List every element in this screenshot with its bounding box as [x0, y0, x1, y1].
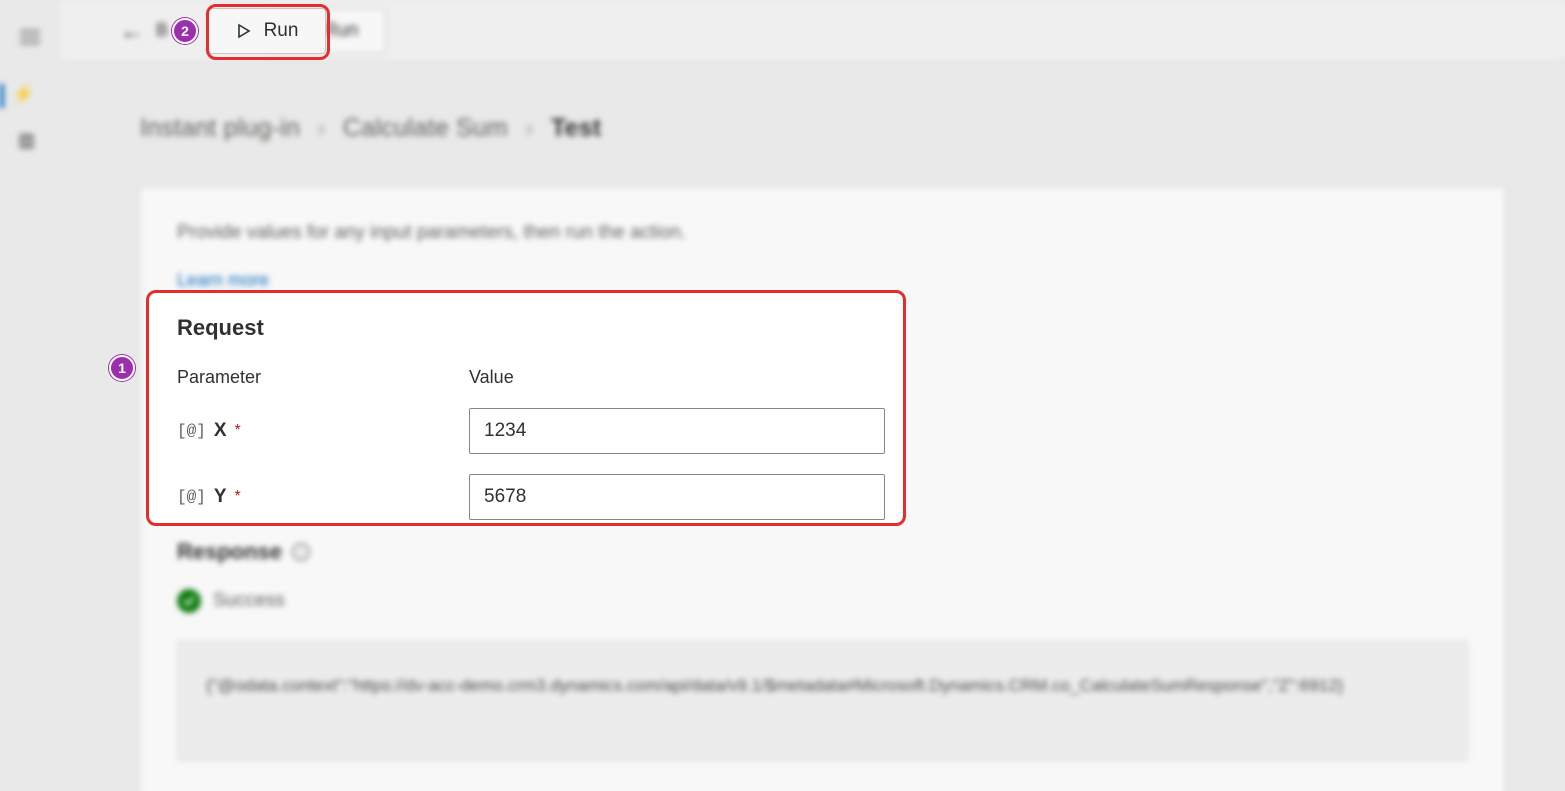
param-prefix-icon: [@] [177, 422, 206, 440]
param-x-label: [@] X * [177, 420, 469, 442]
annotation-bubble-2: 2 [172, 18, 198, 44]
param-y-input[interactable] [469, 474, 885, 520]
request-panel: Request Parameter Value [@] X * [@] Y * [146, 290, 906, 526]
run-button-label: Run [264, 20, 299, 42]
breadcrumb: Instant plug-in › Calculate Sum › Test [140, 114, 1505, 143]
param-y-label: [@] Y * [177, 486, 469, 508]
book-icon[interactable]: ▥ [18, 130, 35, 151]
play-icon [236, 23, 252, 39]
response-body: {"@odata.context":"https://dv-acc-demo.c… [177, 641, 1468, 761]
run-button[interactable]: Run [208, 8, 326, 54]
intro-text: Provide values for any input parameters,… [177, 222, 1468, 244]
param-prefix-icon: [@] [177, 488, 206, 506]
rail-active-indicator [0, 84, 4, 108]
chevron-right-icon: › [317, 114, 326, 142]
column-header-value: Value [469, 367, 885, 388]
lightning-icon[interactable]: ⚡ [12, 84, 34, 105]
column-header-parameter: Parameter [177, 367, 469, 388]
back-button-label[interactable]: B [156, 20, 168, 41]
param-x-input[interactable] [469, 408, 885, 454]
required-mark: * [235, 488, 241, 506]
info-icon[interactable]: i [292, 543, 310, 561]
success-icon [177, 589, 201, 613]
breadcrumb-current: Test [551, 114, 601, 142]
status-text: Success [213, 590, 285, 612]
back-arrow-icon[interactable]: ← [120, 18, 144, 46]
breadcrumb-item[interactable]: Calculate Sum [343, 114, 508, 142]
breadcrumb-item[interactable]: Instant plug-in [140, 114, 300, 142]
response-heading: Response [177, 539, 282, 565]
learn-more-link[interactable]: Learn more [177, 270, 269, 291]
annotation-bubble-1: 1 [109, 355, 135, 381]
required-mark: * [235, 422, 241, 440]
chevron-right-icon: › [525, 114, 534, 142]
request-heading: Request [177, 315, 875, 341]
hamburger-icon[interactable] [20, 26, 40, 48]
